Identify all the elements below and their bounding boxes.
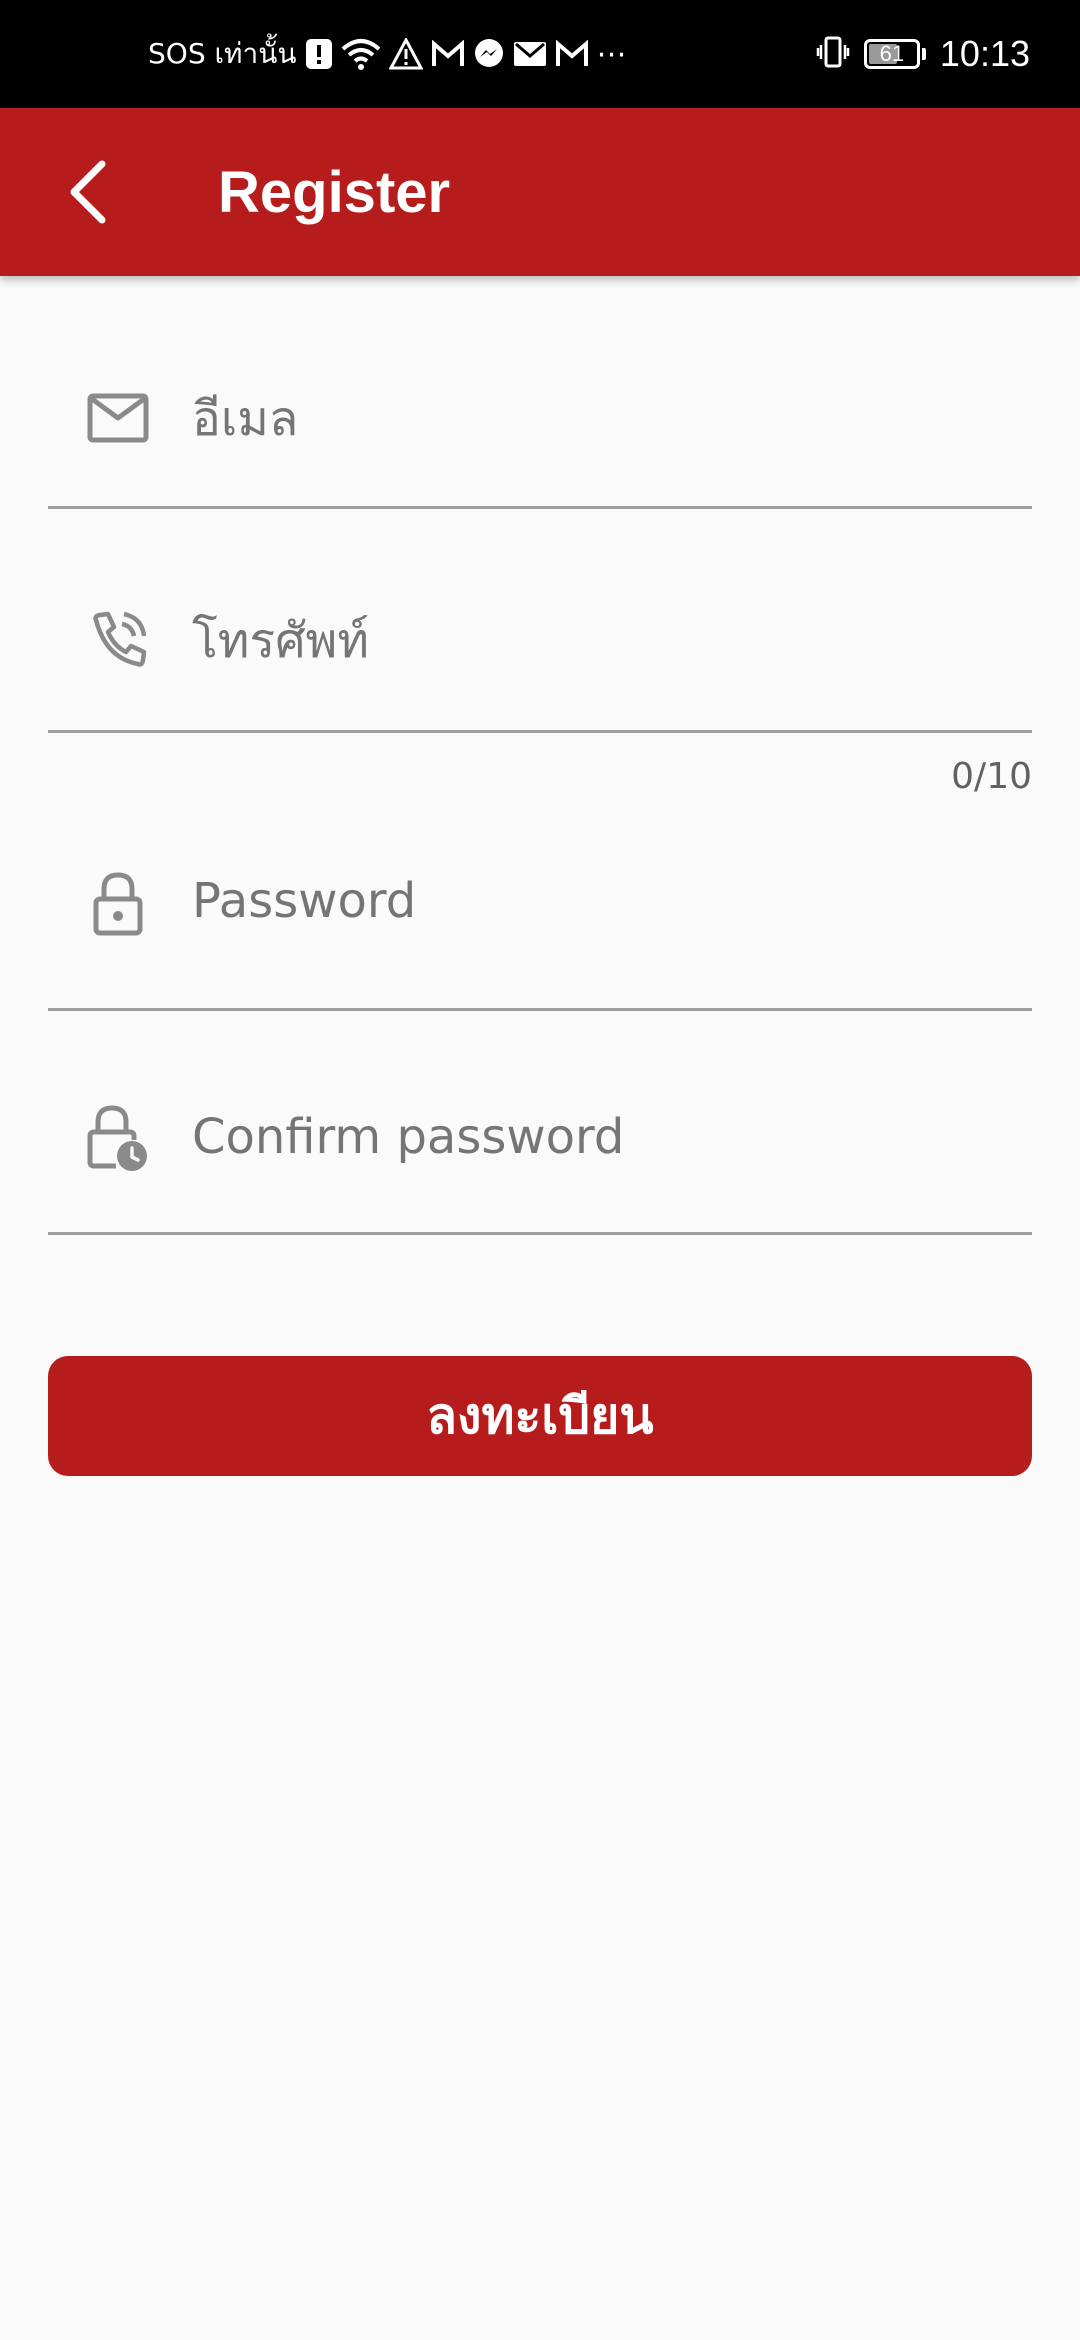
phone-icon bbox=[86, 608, 150, 672]
password-field bbox=[48, 850, 1032, 1011]
status-bar-right: 61 10:13 bbox=[816, 0, 1030, 108]
back-button[interactable] bbox=[48, 152, 128, 232]
carrier-text: SOS เท่านั้น bbox=[148, 37, 297, 70]
phone-input[interactable] bbox=[192, 606, 1032, 676]
vibrate-icon bbox=[816, 35, 850, 73]
battery-tip bbox=[921, 48, 926, 60]
wifi-icon bbox=[341, 37, 381, 71]
lock-clock-icon bbox=[86, 1105, 150, 1171]
confirm-password-input[interactable] bbox=[192, 1102, 1032, 1172]
register-button[interactable]: ลงทะเบียน bbox=[48, 1356, 1032, 1476]
confirm-password-field bbox=[48, 1088, 1032, 1235]
password-input[interactable] bbox=[192, 866, 1032, 936]
battery-icon: 61 bbox=[863, 39, 920, 69]
phone-character-counter: 0/10 bbox=[951, 756, 1032, 797]
app-bar: Register bbox=[0, 108, 1080, 276]
battery-level: 61 bbox=[879, 41, 905, 66]
mail-icon bbox=[86, 386, 150, 450]
email-input[interactable] bbox=[192, 384, 1032, 454]
page-title: Register bbox=[218, 159, 451, 225]
status-bar-left: SOS เท่านั้น ⋯ bbox=[148, 0, 627, 108]
phone-field bbox=[48, 570, 1032, 733]
messenger-icon bbox=[473, 38, 505, 70]
chevron-left-icon bbox=[70, 160, 106, 224]
email-field bbox=[48, 346, 1032, 509]
clock: 10:13 bbox=[939, 33, 1030, 74]
gmail-icon bbox=[431, 40, 465, 68]
warning-icon bbox=[388, 38, 423, 70]
more-notifications-icon: ⋯ bbox=[596, 36, 627, 72]
lock-icon bbox=[86, 872, 150, 936]
status-bar: SOS เท่านั้น ⋯ 61 10:13 bbox=[0, 0, 1080, 108]
mail-notification-icon bbox=[513, 41, 547, 67]
gmail-icon-2 bbox=[555, 40, 589, 68]
alert-icon bbox=[305, 38, 333, 70]
